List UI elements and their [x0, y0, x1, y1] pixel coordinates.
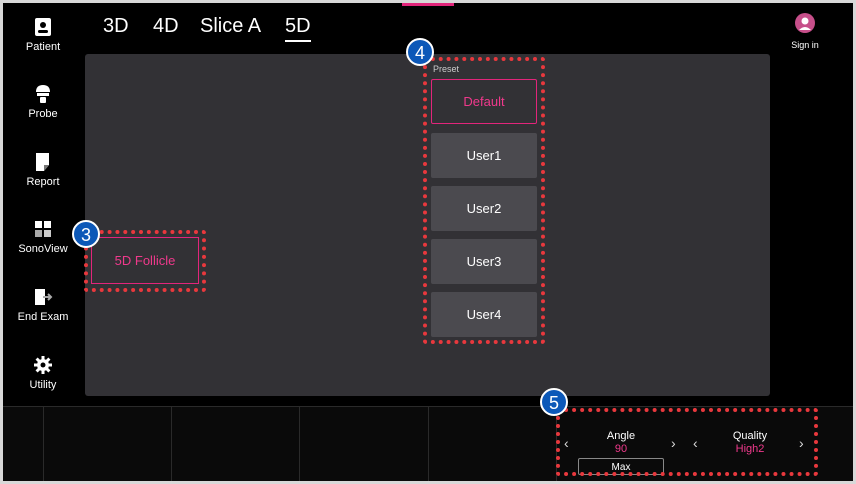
app-screen: Patient Probe Report SonoView End Exam U…: [3, 3, 853, 481]
sidebar-item-label: Probe: [28, 108, 58, 120]
probe-icon: [36, 85, 50, 103]
end-exam-icon: [35, 289, 53, 305]
badge-5: 5: [540, 388, 568, 416]
user-avatar-icon: [795, 13, 815, 33]
sidebar-item-label: Utility: [29, 379, 57, 391]
report-icon: [36, 153, 49, 171]
sidebar-item-sonoview[interactable]: SonoView: [3, 218, 83, 255]
sidebar-item-utility[interactable]: Utility: [3, 354, 83, 391]
tab-4d[interactable]: 4D: [153, 15, 179, 38]
gear-icon: [34, 356, 52, 374]
tab-slice-a[interactable]: Slice A: [200, 15, 261, 38]
sidebar-item-label: Patient: [25, 41, 61, 53]
badge-4: 4: [406, 38, 434, 66]
sign-in-label: Sign in: [791, 40, 819, 50]
annotation-box-5: [556, 408, 818, 476]
bottom-cell: [171, 407, 300, 481]
tab-3d[interactable]: 3D: [103, 15, 129, 38]
sidebar-item-patient[interactable]: Patient: [3, 16, 83, 53]
bottom-cell: [299, 407, 429, 481]
patient-icon: [35, 18, 51, 36]
bottom-cell: [428, 407, 557, 481]
annotation-box-3: [84, 230, 206, 292]
sidebar-item-label: End Exam: [17, 311, 69, 323]
sidebar-item-end-exam[interactable]: End Exam: [3, 286, 83, 323]
sign-in-button[interactable]: Sign in: [775, 13, 835, 50]
bottom-cell: [43, 407, 172, 481]
annotation-box-4: [423, 57, 545, 344]
top-accent-bar: [402, 3, 454, 6]
badge-3: 3: [72, 220, 100, 248]
sonoview-icon: [35, 221, 51, 237]
sidebar-item-probe[interactable]: Probe: [3, 83, 83, 120]
sidebar-item-report[interactable]: Report: [3, 151, 83, 188]
sidebar-item-label: Report: [26, 176, 60, 188]
sidebar-item-label: SonoView: [18, 243, 68, 255]
tab-5d[interactable]: 5D: [285, 15, 311, 42]
bottom-cell: [3, 407, 44, 481]
